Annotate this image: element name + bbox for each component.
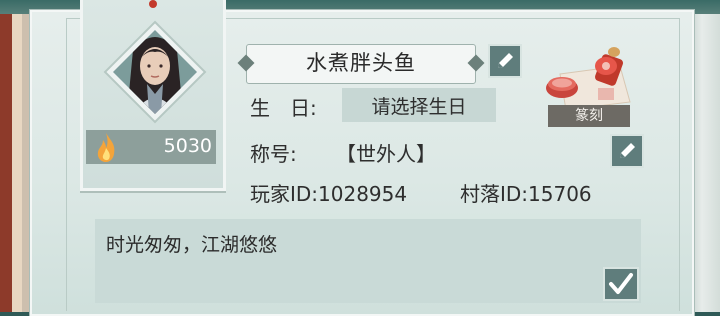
score-value: 5030	[163, 135, 212, 157]
flame-icon	[92, 130, 120, 164]
checkmark-icon	[609, 273, 633, 294]
card-edge	[690, 14, 720, 312]
pencil-icon	[498, 53, 513, 68]
signature-text: 时光匆匆，江湖悠悠	[106, 234, 278, 256]
pencil-icon	[620, 143, 635, 158]
edit-title-button[interactable]	[610, 134, 644, 168]
player-id: 玩家ID:1028954	[250, 182, 408, 206]
hanging-knot-icon	[146, 0, 160, 18]
confirm-signature-button[interactable]	[603, 267, 639, 301]
village-id: 村落ID:15706	[460, 182, 592, 206]
title-label: 称号:	[250, 142, 297, 166]
title-value: 【世外人】	[336, 142, 436, 166]
edit-name-button[interactable]	[488, 44, 522, 78]
birthday-value: 请选择生日	[371, 96, 467, 118]
birthday-label: 生 日:	[250, 96, 317, 120]
avatar[interactable]	[103, 20, 207, 124]
seal-label: 篆刻	[548, 105, 630, 127]
player-name: 水煮胖头鱼	[306, 51, 416, 75]
